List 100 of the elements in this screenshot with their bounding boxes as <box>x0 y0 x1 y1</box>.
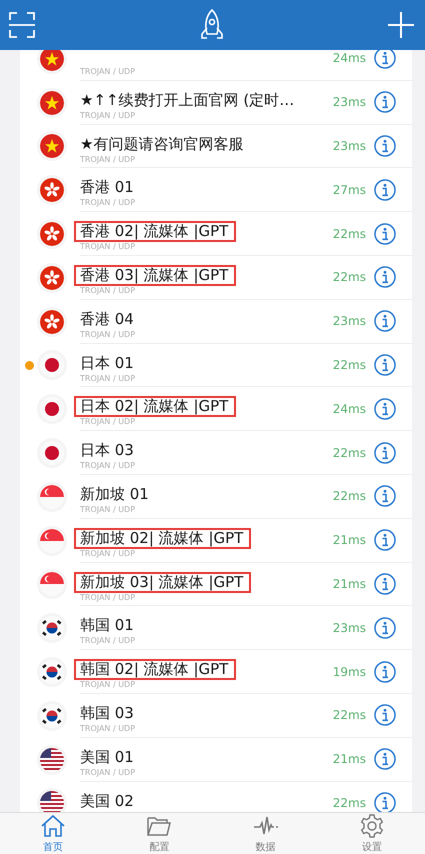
latency-label: 21ms <box>332 752 366 766</box>
protocol-label: TROJAN / UDP <box>80 460 136 472</box>
server-name: 美国 02 <box>79 790 135 812</box>
info-icon[interactable] <box>374 354 396 376</box>
protocol-label: TROJAN / UDP <box>80 592 136 603</box>
latency-label: 24ms <box>332 402 366 416</box>
info-icon[interactable] <box>374 398 396 420</box>
home-icon <box>40 814 66 838</box>
server-name: 新加坡 01 <box>79 484 150 505</box>
server-name: 日本 03 <box>79 440 135 462</box>
add-button[interactable] <box>387 11 415 39</box>
latency-label: 22ms <box>332 489 366 504</box>
protocol-label: TROJAN / UDP <box>80 766 136 778</box>
info-icon[interactable] <box>374 442 396 464</box>
server-row[interactable]: 韩国 03 TROJAN / UDP 22ms <box>20 694 412 738</box>
latency-label: 22ms <box>332 358 366 372</box>
info-icon[interactable] <box>374 572 396 595</box>
latency-label: 22ms <box>332 446 366 460</box>
server-name: ★↑↑续费打开上面官网 (定时… <box>79 90 296 111</box>
server-name: 香港 03| 流媒体 |GPT <box>74 264 236 286</box>
latency-label: 23ms <box>332 620 366 635</box>
latency-label: 21ms <box>332 576 366 591</box>
server-row[interactable]: 新加坡 02| 流媒体 |GPT TROJAN / UDP 21ms <box>20 518 412 563</box>
info-icon[interactable] <box>374 748 396 770</box>
info-icon[interactable] <box>374 704 396 726</box>
protocol-label: TROJAN / UDP <box>80 548 136 559</box>
server-name: 新加坡 02| 流媒体 |GPT <box>74 528 252 549</box>
info-icon[interactable] <box>374 485 396 508</box>
server-name: 香港 04 <box>79 308 135 330</box>
server-name: 韩国 03 <box>79 702 135 724</box>
server-row[interactable]: 新加坡 01 TROJAN / UDP 22ms <box>20 474 412 519</box>
scan-button[interactable] <box>8 11 36 39</box>
info-icon[interactable] <box>374 222 396 245</box>
server-name: 新加坡 03| 流媒体 |GPT <box>74 572 252 593</box>
server-row[interactable]: 日本 03 TROJAN / UDP 22ms <box>20 431 412 475</box>
server-row[interactable]: 韩国 02| 流媒体 |GPT TROJAN / UDP 19ms <box>20 650 412 694</box>
latency-label: 27ms <box>332 182 366 197</box>
info-icon[interactable] <box>374 616 396 639</box>
server-name: 日本 02| 流媒体 |GPT <box>74 396 236 418</box>
flag-icon <box>40 222 64 246</box>
flag-icon <box>40 266 64 290</box>
protocol-label: TROJAN / UDP <box>80 504 136 515</box>
tab[interactable]: 数据 <box>212 813 319 854</box>
info-icon[interactable] <box>374 134 396 157</box>
server-row[interactable]: 韩国 01 TROJAN / UDP 23ms <box>20 606 412 650</box>
server-name: ★有问题请咨询官网客服 <box>79 134 244 155</box>
server-row[interactable]: ★↑↑续费打开上面官网 (定时… TROJAN / UDP 23ms <box>20 80 412 125</box>
flag-icon <box>40 353 64 378</box>
tab[interactable]: 设置 <box>318 813 425 854</box>
latency-label: 22ms <box>332 796 366 810</box>
latency-label: 23ms <box>332 314 366 328</box>
protocol-label: TROJAN / UDP <box>80 66 136 77</box>
flag-icon <box>40 572 64 596</box>
settings-icon <box>358 814 385 838</box>
protocol-label: TROJAN / UDP <box>80 328 136 340</box>
protocol-label: TROJAN / UDP <box>80 284 136 296</box>
flag-icon <box>40 397 64 422</box>
server-row[interactable]: 香港 03| 流媒体 |GPT TROJAN / UDP 22ms <box>20 256 412 300</box>
info-icon[interactable] <box>374 792 396 812</box>
protocol-label: TROJAN / UDP <box>80 416 136 428</box>
flag-icon <box>40 441 64 466</box>
protocol-label: TROJAN / UDP <box>80 722 136 734</box>
info-icon[interactable] <box>374 178 396 201</box>
latency-label: 23ms <box>332 138 366 153</box>
flag-icon <box>40 616 64 640</box>
server-row[interactable]: 美国 01 TROJAN / UDP 21ms <box>20 738 412 782</box>
info-icon[interactable] <box>374 50 396 70</box>
flag-icon <box>40 134 64 158</box>
flag-icon <box>40 178 64 202</box>
info-icon[interactable] <box>374 266 396 288</box>
server-name: 香港 02| 流媒体 |GPT <box>74 221 236 242</box>
protocol-label: TROJAN / UDP <box>80 372 136 384</box>
latency-label: 22ms <box>332 270 366 284</box>
tab[interactable]: 首页 <box>0 813 106 854</box>
tab[interactable]: 配置 <box>106 813 212 854</box>
info-icon[interactable] <box>374 529 396 552</box>
flag-icon <box>40 704 64 728</box>
server-row[interactable]: 香港 02| 流媒体 |GPT TROJAN / UDP 22ms <box>20 212 412 256</box>
latency-label: 19ms <box>332 664 366 679</box>
server-row[interactable]: 香港 01 TROJAN / UDP 27ms <box>20 168 412 212</box>
protocol-label: TROJAN / UDP <box>80 679 136 690</box>
flag-icon <box>40 90 64 115</box>
server-name: 日本 01 <box>79 352 135 374</box>
server-row[interactable]: 日本 01 TROJAN / UDP 22ms <box>20 344 412 388</box>
server-row[interactable]: 香港 04 TROJAN / UDP 23ms <box>20 300 412 344</box>
flag-icon <box>40 484 64 509</box>
server-row[interactable]: 日本 02| 流媒体 |GPT TROJAN / UDP 24ms <box>20 387 412 432</box>
server-row[interactable]: ★有问题请咨询官网客服 TROJAN / UDP 23ms <box>20 124 412 168</box>
server-row[interactable]: 新加坡 03| 流媒体 |GPT TROJAN / UDP 21ms <box>20 562 412 606</box>
rocket-icon <box>198 9 224 41</box>
protocol-label: TROJAN / UDP <box>80 635 136 646</box>
info-icon[interactable] <box>374 310 396 332</box>
protocol-label: TROJAN / UDP <box>80 197 136 208</box>
info-icon[interactable] <box>374 91 396 114</box>
server-name: 美国 01 <box>79 746 135 768</box>
info-icon[interactable] <box>374 660 396 683</box>
protocol-label: TROJAN / UDP <box>80 154 136 165</box>
flag-icon <box>40 50 64 71</box>
server-name: 香港 01 <box>79 177 135 198</box>
latency-label: 22ms <box>332 226 366 241</box>
